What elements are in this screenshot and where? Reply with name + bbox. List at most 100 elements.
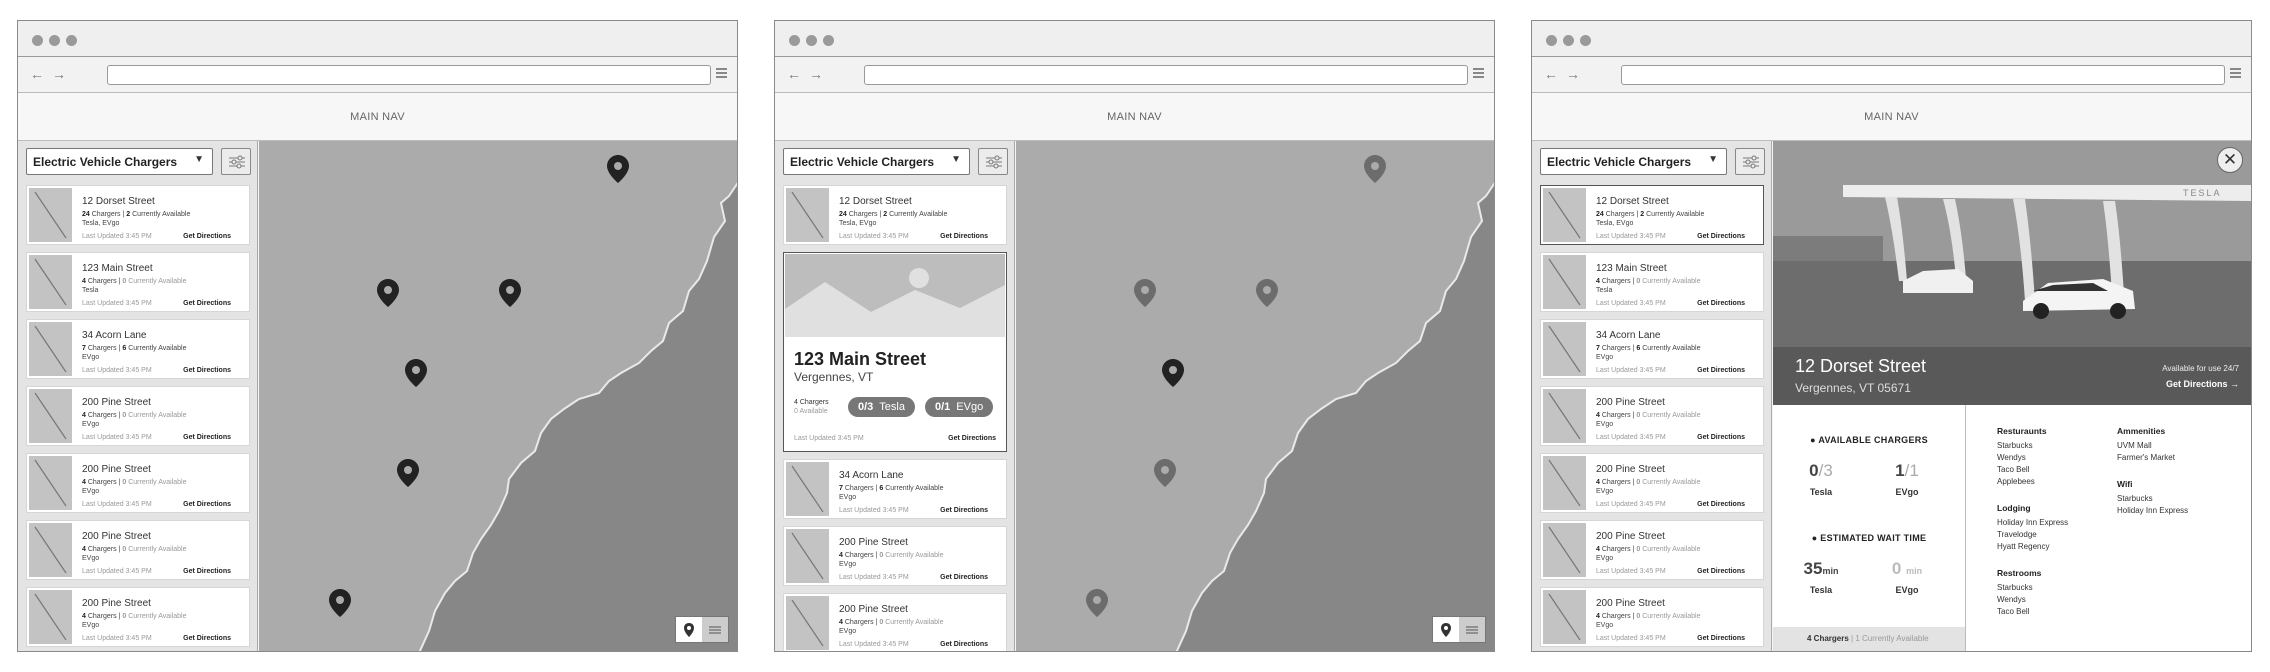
- map-view-toggle[interactable]: [675, 616, 729, 643]
- forward-arrow-icon[interactable]: →: [1566, 66, 1580, 82]
- map-pin-icon[interactable]: [607, 155, 629, 183]
- menu-icon[interactable]: [2230, 68, 2241, 80]
- map-area[interactable]: [1016, 141, 1494, 651]
- list-item[interactable]: 123 Main Street 4 Chargers | 0 Currently …: [1540, 252, 1764, 312]
- list-icon[interactable]: [1459, 617, 1485, 642]
- list-item-updated: Last Updated 3:45 PM: [82, 635, 152, 642]
- map-pin-icon[interactable]: [329, 589, 351, 617]
- window-maximize-dot[interactable]: [1580, 35, 1591, 46]
- get-directions-link[interactable]: Get Directions: [1697, 233, 1745, 240]
- list-item[interactable]: 200 Pine Street 4 Chargers | 0 Currently …: [1540, 587, 1764, 647]
- main-nav[interactable]: MAIN NAV: [775, 93, 1494, 141]
- window-maximize-dot[interactable]: [823, 35, 834, 46]
- get-directions-link[interactable]: Get Directions: [940, 507, 988, 514]
- url-bar[interactable]: [1621, 65, 2225, 85]
- get-directions-link[interactable]: Get Directions: [183, 434, 231, 441]
- get-directions-link[interactable]: Get Directions: [940, 233, 988, 240]
- get-directions-link[interactable]: Get Directions: [1697, 501, 1745, 508]
- map-pin-icon[interactable]: [1154, 459, 1176, 487]
- map-area[interactable]: [259, 141, 737, 651]
- window-close-dot[interactable]: [1546, 35, 1557, 46]
- map-pin-icon[interactable]: [405, 359, 427, 387]
- category-select[interactable]: Electric Vehicle Chargers ▼: [1540, 148, 1727, 175]
- filter-button[interactable]: [978, 148, 1008, 175]
- get-directions-link[interactable]: Get Directions: [183, 501, 231, 508]
- list-item[interactable]: 200 Pine Street 4 Chargers | 0 Currently …: [26, 520, 250, 580]
- list-icon[interactable]: [702, 617, 728, 642]
- map-pin-icon[interactable]: [1086, 589, 1108, 617]
- map-pin-icon[interactable]: [1433, 617, 1459, 642]
- url-bar[interactable]: [864, 65, 1468, 85]
- category-select[interactable]: Electric Vehicle Chargers ▼: [783, 148, 970, 175]
- list-item-selected[interactable]: 12 Dorset Street 24 Chargers | 2 Currentl…: [1540, 185, 1764, 245]
- list-item[interactable]: 34 Acorn Lane 7 Chargers | 6 Currently Av…: [1540, 319, 1764, 379]
- map-pin-icon[interactable]: [676, 617, 702, 642]
- list-item[interactable]: 200 Pine Street 4 Chargers | 0 Currently …: [1540, 520, 1764, 580]
- list-item-updated: Last Updated 3:45 PM: [82, 300, 152, 307]
- list-item[interactable]: 200 Pine Street 4 Chargers | 0 Currently …: [1540, 453, 1764, 513]
- get-directions-link[interactable]: Get Directions: [1697, 300, 1745, 307]
- window-maximize-dot[interactable]: [66, 35, 77, 46]
- list-item[interactable]: 34 Acorn Lane 7 Chargers | 6 Currently Av…: [783, 459, 1007, 519]
- list-item[interactable]: 200 Pine Street 4 Chargers | 0 Currently …: [1540, 386, 1764, 446]
- close-icon[interactable]: ✕: [2217, 147, 2243, 173]
- back-arrow-icon[interactable]: ←: [1544, 66, 1558, 82]
- list-item-counts: 4 Chargers | 0 Currently Available EVgo: [82, 479, 187, 495]
- filter-button[interactable]: [221, 148, 251, 175]
- list-item-title: 200 Pine Street: [1596, 598, 1665, 609]
- get-directions-link[interactable]: Get Directions: [1697, 367, 1745, 374]
- back-arrow-icon[interactable]: ←: [30, 66, 44, 82]
- menu-icon[interactable]: [716, 68, 727, 80]
- map-pin-icon[interactable]: [1134, 279, 1156, 307]
- expanded-list-item[interactable]: 123 Main Street Vergennes, VT 4 Chargers…: [783, 252, 1007, 452]
- window-minimize-dot[interactable]: [806, 35, 817, 46]
- map-view-toggle[interactable]: [1432, 616, 1486, 643]
- get-directions-link[interactable]: Get Directions: [1697, 635, 1745, 642]
- get-directions-link[interactable]: Get Directions: [183, 568, 231, 575]
- menu-icon[interactable]: [1473, 68, 1484, 80]
- forward-arrow-icon[interactable]: →: [52, 66, 66, 82]
- main-nav[interactable]: MAIN NAV: [1532, 93, 2251, 141]
- get-directions-link[interactable]: Get Directions: [183, 367, 231, 374]
- list-item[interactable]: 123 Main Street 4 Chargers | 0 Currently …: [26, 252, 250, 312]
- window-minimize-dot[interactable]: [1563, 35, 1574, 46]
- tesla-label: Tesla: [1809, 487, 1833, 497]
- forward-arrow-icon[interactable]: →: [809, 66, 823, 82]
- get-directions-link[interactable]: Get Directions: [940, 641, 988, 648]
- window-minimize-dot[interactable]: [49, 35, 60, 46]
- window-close-dot[interactable]: [32, 35, 43, 46]
- list-item-counts: 4 Chargers | 0 Currently Available EVgo: [839, 552, 944, 568]
- list-item[interactable]: 12 Dorset Street 24 Chargers | 2 Currentl…: [783, 185, 1007, 245]
- list-item[interactable]: 200 Pine Street 4 Chargers | 0 Currently …: [26, 587, 250, 647]
- tesla-wait: 35min: [1803, 559, 1839, 578]
- get-directions-link[interactable]: Get Directions: [940, 574, 988, 581]
- map-pin-icon[interactable]: [1162, 359, 1184, 387]
- map-pin-icon[interactable]: [499, 279, 521, 307]
- list-item-title: 200 Pine Street: [82, 598, 151, 609]
- list-item[interactable]: 200 Pine Street 4 Chargers | 0 Currently …: [26, 453, 250, 513]
- list-item[interactable]: 200 Pine Street 4 Chargers | 0 Currently …: [26, 386, 250, 446]
- filter-button[interactable]: [1735, 148, 1765, 175]
- browser-window-detail-view: ← → MAIN NAV Electric Vehicle Chargers ▼ …: [1531, 20, 2252, 652]
- list-item[interactable]: 12 Dorset Street 24 Chargers | 2 Currentl…: [26, 185, 250, 245]
- get-directions-link[interactable]: Get Directions: [948, 435, 996, 442]
- map-pin-icon[interactable]: [1364, 155, 1386, 183]
- map-pin-icon[interactable]: [1256, 279, 1278, 307]
- url-bar[interactable]: [107, 65, 711, 85]
- list-item[interactable]: 200 Pine Street 4 Chargers | 0 Currently …: [783, 593, 1007, 651]
- list-item-updated: Last Updated 3:45 PM: [82, 367, 152, 374]
- get-directions-link[interactable]: Get Directions: [1697, 434, 1745, 441]
- map-pin-icon[interactable]: [377, 279, 399, 307]
- window-close-dot[interactable]: [789, 35, 800, 46]
- get-directions-link[interactable]: Get Directions: [183, 635, 231, 642]
- get-directions-link[interactable]: Get Directions: [183, 233, 231, 240]
- back-arrow-icon[interactable]: ←: [787, 66, 801, 82]
- get-directions-link[interactable]: Get Directions →: [2166, 379, 2239, 389]
- map-pin-icon[interactable]: [397, 459, 419, 487]
- category-select[interactable]: Electric Vehicle Chargers ▼: [26, 148, 213, 175]
- list-item[interactable]: 200 Pine Street 4 Chargers | 0 Currently …: [783, 526, 1007, 586]
- get-directions-link[interactable]: Get Directions: [183, 300, 231, 307]
- list-item[interactable]: 34 Acorn Lane 7 Chargers | 6 Currently Av…: [26, 319, 250, 379]
- get-directions-link[interactable]: Get Directions: [1697, 568, 1745, 575]
- main-nav[interactable]: MAIN NAV: [18, 93, 737, 141]
